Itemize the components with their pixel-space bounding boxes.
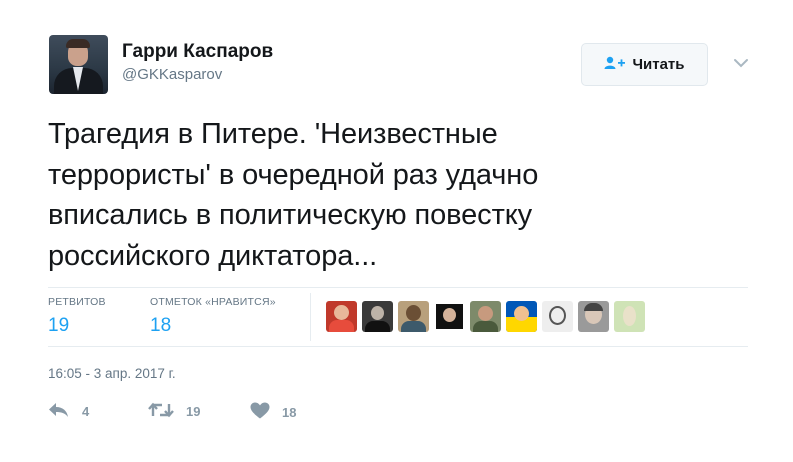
retweets-stat[interactable]: РЕТВИТОВ 19 [48,296,106,337]
follow-button-label: Читать [632,56,685,73]
tweet-line: террористы' в очередной раз удачно [48,158,539,191]
tweet-line: Трагедия в Питере. 'Неизвестные [48,118,498,150]
liker-avatar-6[interactable] [506,301,537,332]
liker-avatar-2[interactable] [362,301,393,332]
author-handle[interactable]: @GKKasparov [122,66,222,83]
retweet-icon [148,402,174,421]
heart-icon [250,402,270,422]
retweet-count: 19 [186,404,201,419]
likers-list [326,301,645,332]
reply-icon [48,402,70,421]
follow-user-icon [604,56,626,74]
likes-label: ОТМЕТОК «НРАВИТСЯ» [150,296,276,308]
follow-button[interactable]: Читать [581,43,708,86]
liker-avatar-3[interactable] [398,301,429,332]
liker-avatar-8[interactable] [578,301,609,332]
likes-stat[interactable]: ОТМЕТОК «НРАВИТСЯ» 18 [150,296,276,337]
tweet-header: Гарри Каспаров @GKKasparov Читать [49,35,753,97]
like-button[interactable]: 18 [250,402,296,422]
liker-avatar-7[interactable] [542,301,573,332]
tweet-line: российского диктатора... [48,239,378,272]
divider [48,287,748,288]
stats-separator [310,293,311,341]
liker-avatar-1[interactable] [326,301,357,332]
divider [48,346,748,347]
liker-avatar-5[interactable] [470,301,501,332]
likes-value: 18 [150,315,172,336]
tweet-text: Трагедия в Питере. 'Неизвестные террорис… [48,114,688,276]
retweets-label: РЕТВИТОВ [48,296,106,308]
tweet-timestamp[interactable]: 16:05 - 3 апр. 2017 г. [48,366,176,381]
reply-button[interactable]: 4 [48,402,89,421]
retweet-button[interactable]: 19 [148,402,200,421]
author-avatar[interactable] [49,35,108,94]
tweet-line: вписались в политическую повестку [48,199,533,231]
retweets-value: 19 [48,315,70,336]
like-count: 18 [282,404,297,420]
author-name[interactable]: Гарри Каспаров [122,41,273,63]
liker-avatar-9[interactable] [614,301,645,332]
reply-count: 4 [82,404,90,419]
chevron-down-icon[interactable] [731,53,751,73]
liker-avatar-4[interactable] [434,301,465,332]
